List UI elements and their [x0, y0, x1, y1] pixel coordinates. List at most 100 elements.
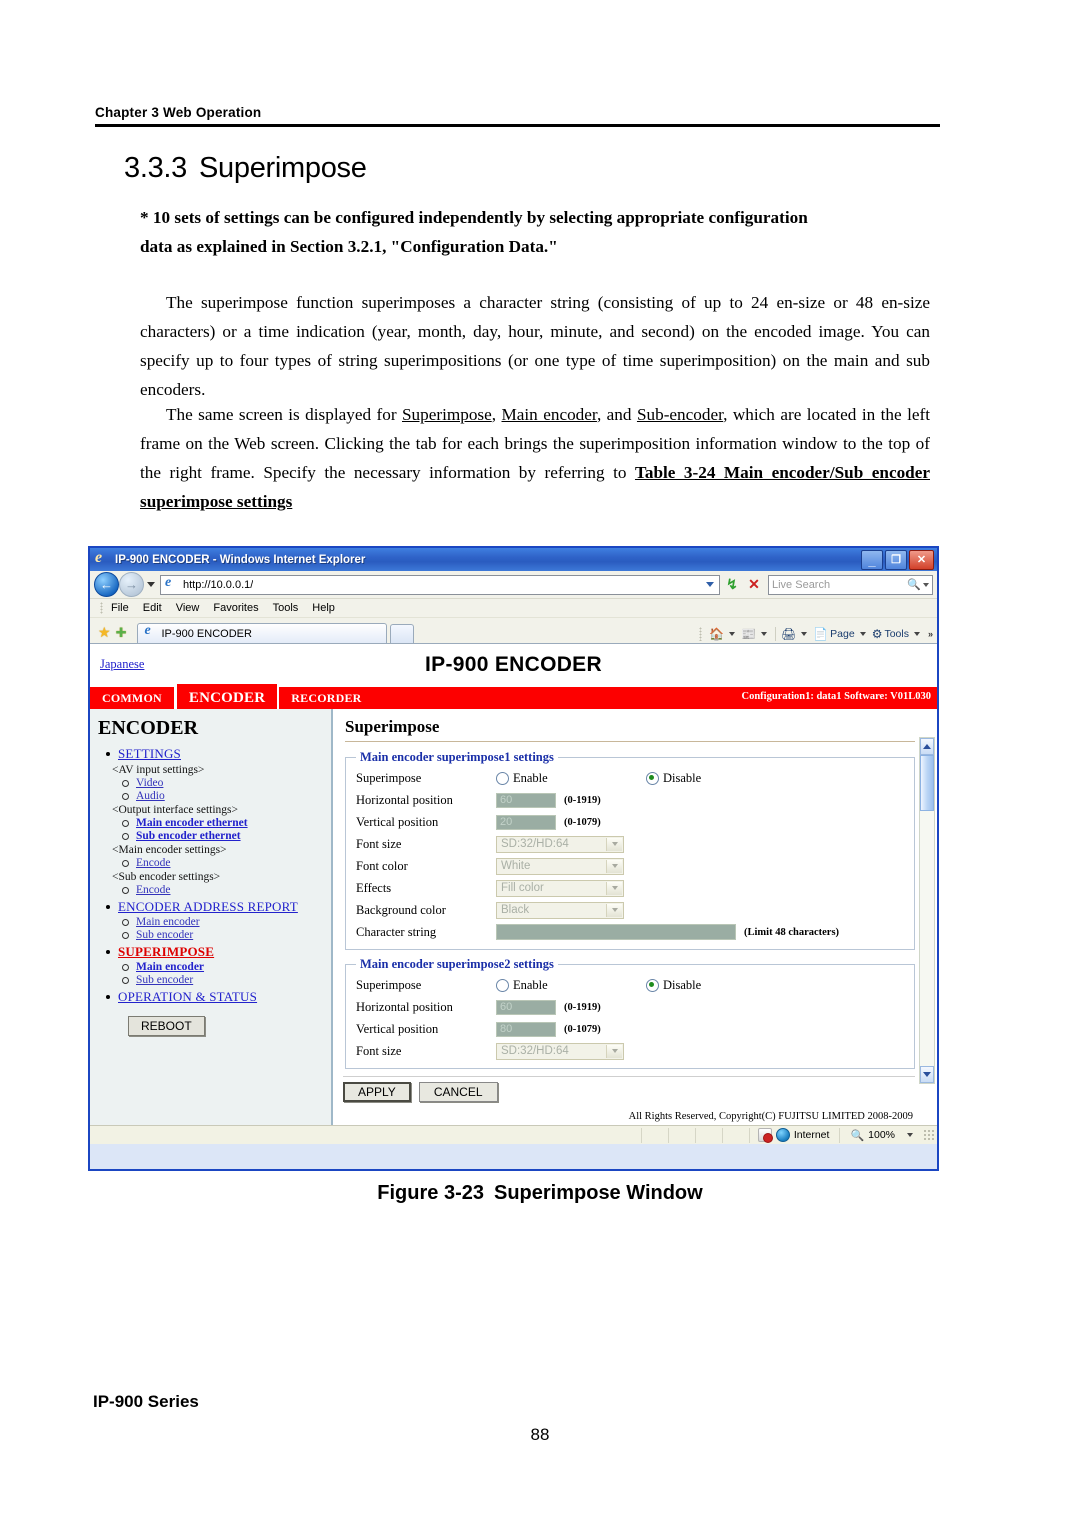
sidebar-item-main-encoder-ethernet[interactable]: Main encoder ethernet [122, 817, 331, 829]
sidebar-item-address-main-encoder[interactable]: Main encoder [122, 916, 331, 928]
sidebar-link-main-encode[interactable]: Encode [136, 857, 170, 869]
menu-favorites[interactable]: Favorites [213, 602, 258, 614]
bullet-icon [106, 950, 110, 954]
radio-superimpose2-disable[interactable]: Disable [646, 978, 701, 993]
tools-menu-button[interactable]: ⚙ Tools [872, 628, 923, 640]
feeds-chevron-down-icon[interactable] [760, 632, 767, 636]
sidebar-link-audio[interactable]: Audio [136, 790, 165, 802]
select-effects-1[interactable]: Fill color [496, 879, 624, 897]
refresh-button[interactable]: ↯ [722, 575, 742, 595]
search-input[interactable]: Live Search 🔍 [768, 574, 933, 595]
print-button[interactable]: 🖨 [781, 628, 810, 640]
tab-common[interactable]: COMMON [90, 687, 175, 709]
sidebar-item-encoder-address-report[interactable]: ENCODER ADDRESS REPORT [106, 899, 331, 915]
home-button[interactable]: 🏠 [709, 628, 738, 640]
stop-button[interactable]: ✕ [744, 575, 764, 595]
select-font-size-2[interactable]: SD:32/HD:64 [496, 1042, 624, 1060]
sidebar-link-main-encoder-ethernet[interactable]: Main encoder ethernet [136, 817, 248, 829]
scroll-up-button[interactable] [920, 738, 934, 755]
resize-grip[interactable] [923, 1129, 935, 1141]
internet-zone-icon [775, 1128, 790, 1142]
sidebar-item-audio[interactable]: Audio [122, 790, 331, 802]
chevron-down-icon[interactable] [606, 881, 622, 895]
sidebar-link-address-sub-encoder[interactable]: Sub encoder [136, 929, 193, 941]
page-chevron-down-icon[interactable] [859, 632, 866, 636]
input-horizontal-position-2[interactable]: 60 [496, 999, 556, 1015]
sidebar-item-superimpose-main-encoder[interactable]: Main encoder [122, 961, 331, 973]
input-vertical-position-2[interactable]: 80 [496, 1021, 556, 1037]
close-button[interactable]: ✕ [909, 550, 934, 570]
input-horizontal-position-1[interactable]: 60 [496, 792, 556, 808]
sidebar-item-superimpose[interactable]: SUPERIMPOSE [106, 944, 331, 960]
superimpose2-settings-group: Main encoder superimpose2 settings Super… [345, 957, 915, 1069]
sidebar-item-main-encode[interactable]: Encode [122, 857, 331, 869]
home-chevron-down-icon[interactable] [729, 632, 736, 636]
tab-encoder[interactable]: ENCODER [174, 682, 280, 709]
chevron-down-icon[interactable] [606, 903, 622, 917]
menu-help[interactable]: Help [312, 602, 335, 614]
sidebar-link-sub-encoder-ethernet[interactable]: Sub encoder ethernet [136, 830, 241, 842]
chevron-down-icon[interactable] [606, 859, 622, 873]
security-zone-indicator[interactable]: Internet [748, 1127, 840, 1143]
select-font-color-1[interactable]: White [496, 857, 624, 875]
menu-view[interactable]: View [176, 602, 200, 614]
tab-recorder[interactable]: RECORDER [279, 687, 374, 709]
sidebar-item-address-sub-encoder[interactable]: Sub encoder [122, 929, 331, 941]
sidebar-link-video[interactable]: Video [136, 777, 163, 789]
address-dropdown-button[interactable] [703, 576, 717, 594]
sidebar-link-superimpose-main-encoder[interactable]: Main encoder [136, 961, 204, 973]
commandbar-grip[interactable] [699, 627, 703, 641]
scroll-down-button[interactable] [920, 1066, 934, 1083]
page-menu-button[interactable]: 📄 Page [813, 628, 868, 640]
chevron-down-icon[interactable] [606, 1044, 622, 1058]
sidebar-item-sub-encoder-ethernet[interactable]: Sub encoder ethernet [122, 830, 331, 842]
command-overflow-button[interactable]: » [928, 629, 933, 639]
minimize-button[interactable]: _ [861, 550, 883, 570]
new-tab-button[interactable] [390, 624, 415, 643]
chevron-down-icon[interactable] [606, 837, 622, 851]
print-chevron-down-icon[interactable] [801, 632, 808, 636]
input-vertical-position-1[interactable]: 20 [496, 814, 556, 830]
menu-file[interactable]: File [111, 602, 129, 614]
favorites-center-icon[interactable]: ★ [98, 625, 111, 639]
select-font-size-1[interactable]: SD:32/HD:64 [496, 835, 624, 853]
sidebar-link-sub-encode[interactable]: Encode [136, 884, 170, 896]
search-submit-button[interactable]: 🔍 [907, 578, 929, 591]
add-to-favorites-icon[interactable]: ✚ [116, 626, 127, 639]
sidebar-link-operation-status[interactable]: OPERATION & STATUS [118, 989, 257, 1005]
zoom-chevron-down-icon[interactable] [907, 1133, 913, 1137]
radio-superimpose2-enable[interactable]: Enable [496, 978, 646, 993]
sidebar-link-encoder-address-report[interactable]: ENCODER ADDRESS REPORT [118, 899, 298, 915]
apply-button[interactable]: APPLY [343, 1082, 411, 1102]
zoom-control[interactable]: 🔍 100% [839, 1127, 919, 1143]
sidebar-item-video[interactable]: Video [122, 777, 331, 789]
sidebar-link-address-main-encoder[interactable]: Main encoder [136, 916, 200, 928]
input-character-string-1[interactable] [496, 924, 736, 940]
sidebar-item-operation-status[interactable]: OPERATION & STATUS [106, 989, 331, 1005]
sidebar-item-superimpose-sub-encoder[interactable]: Sub encoder [122, 974, 331, 986]
menu-tools[interactable]: Tools [273, 602, 299, 614]
sidebar-link-superimpose[interactable]: SUPERIMPOSE [118, 944, 214, 960]
sidebar-item-sub-encode[interactable]: Encode [122, 884, 331, 896]
address-bar[interactable]: http://10.0.0.1/ [160, 574, 720, 595]
content-scrollbar[interactable] [919, 737, 935, 1084]
maximize-button[interactable]: ❐ [885, 550, 907, 570]
browser-tab[interactable]: IP-900 ENCODER [137, 623, 388, 643]
recent-pages-chevron-icon[interactable] [147, 582, 155, 587]
feeds-button[interactable]: 📰 [741, 628, 770, 640]
reboot-button[interactable]: REBOOT [128, 1016, 205, 1036]
scrollbar-thumb[interactable] [920, 755, 934, 811]
nav-group-main-encoder: <Main encoder settings> [112, 844, 227, 856]
sidebar-link-settings[interactable]: SETTINGS [118, 746, 181, 762]
cancel-button[interactable]: CANCEL [418, 1082, 498, 1102]
radio-superimpose1-disable[interactable]: Disable [646, 771, 701, 786]
sidebar-link-superimpose-sub-encoder[interactable]: Sub encoder [136, 974, 193, 986]
tools-chevron-down-icon[interactable] [913, 632, 920, 636]
back-button[interactable]: ← [94, 572, 119, 597]
sidebar-item-settings[interactable]: SETTINGS [106, 746, 331, 762]
menu-edit[interactable]: Edit [143, 602, 162, 614]
radio-superimpose1-enable[interactable]: Enable [496, 771, 646, 786]
menubar-grip[interactable] [100, 602, 103, 614]
forward-button[interactable]: → [119, 572, 144, 597]
select-background-color-1[interactable]: Black [496, 901, 624, 919]
